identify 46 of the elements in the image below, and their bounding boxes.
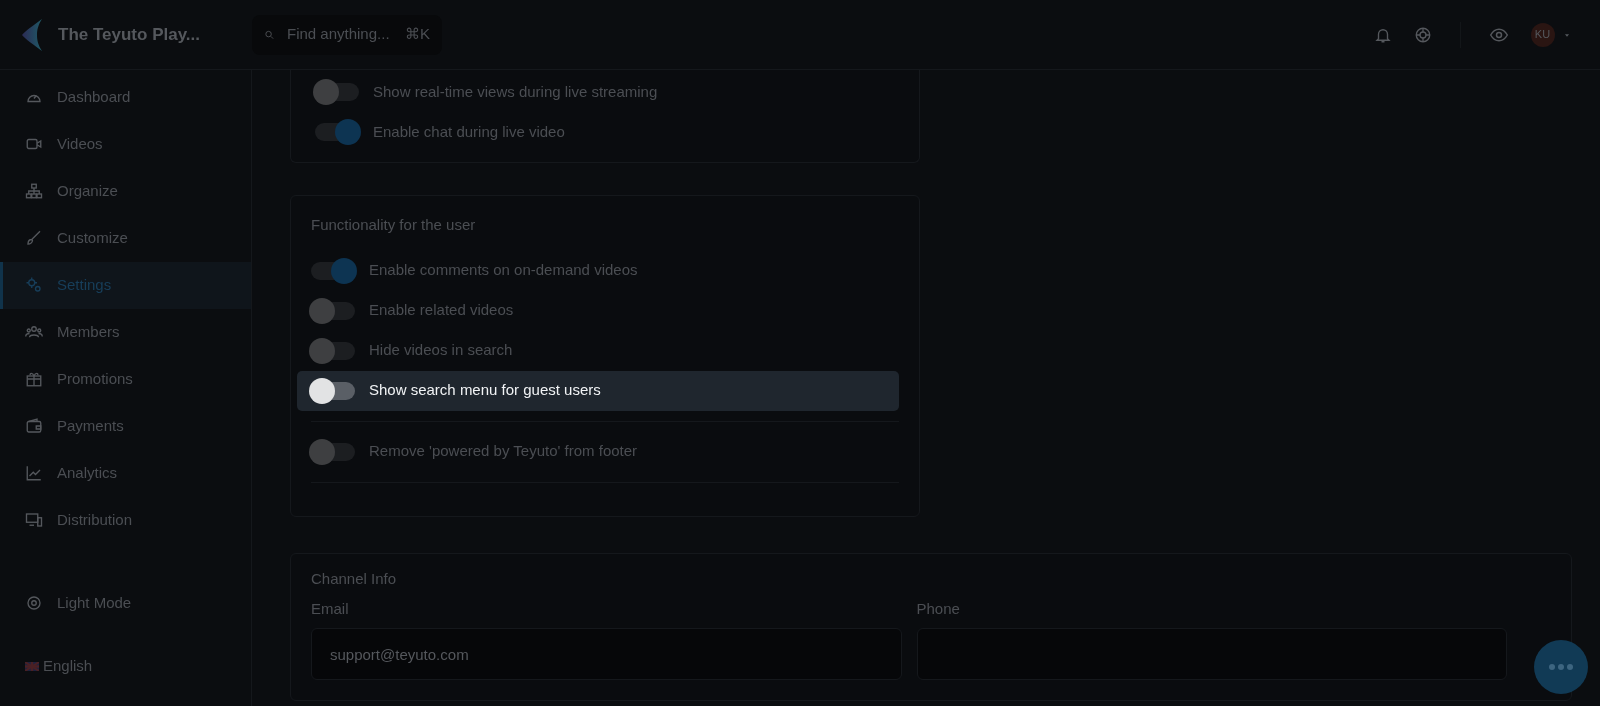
sidebar-item[interactable]: Videos: [0, 120, 251, 168]
devices-icon: [25, 511, 43, 530]
hierarchy-icon: [25, 182, 43, 201]
toggle-label: Hide videos in search: [369, 340, 513, 361]
sidebar-item[interactable]: Members: [0, 308, 251, 356]
toggle-switch[interactable]: [313, 79, 361, 105]
lifebuoy-icon: [1413, 26, 1432, 45]
sidebar-item[interactable]: Analytics: [0, 449, 251, 497]
toggle-switch[interactable]: [309, 438, 357, 465]
toggle-switch[interactable]: [309, 257, 357, 284]
language-selector[interactable]: English: [0, 642, 251, 690]
sidebar-item[interactable]: Organize: [0, 167, 251, 215]
chat-dots-icon: [1549, 664, 1573, 670]
logo-icon: [22, 18, 44, 51]
brand-name: The Teyuto Play...: [58, 23, 200, 46]
sidebar-item[interactable]: Payments: [0, 402, 251, 450]
wallet-icon: [25, 417, 43, 436]
sidebar-item[interactable]: Dashboard: [0, 73, 251, 121]
sidebar-item[interactable]: Promotions: [0, 355, 251, 403]
toggle-label: Show search menu for guest users: [369, 380, 601, 401]
search-field[interactable]: Find anything...: [285, 22, 395, 47]
toggle-switch[interactable]: [309, 297, 357, 324]
sidebar-item[interactable]: Settings: [0, 261, 251, 309]
toggle-switch[interactable]: [309, 377, 357, 404]
search-bar[interactable]: Find anything... ⌘K: [252, 14, 442, 55]
theme-toggle[interactable]: Light Mode: [0, 579, 251, 627]
shortcut-hint: ⌘K: [405, 24, 430, 45]
toggle-label: Show real-time views during live streaming: [373, 81, 658, 102]
toggle-label: Enable comments on on-demand videos: [369, 260, 638, 281]
bell-icon: [1373, 26, 1392, 45]
flag-icon: [25, 661, 39, 671]
toggle-label: Enable chat during live video: [373, 121, 565, 142]
toggle-switch[interactable]: [313, 119, 361, 145]
text-field[interactable]: support@teyuto.com: [311, 628, 902, 680]
field-label: Email: [311, 599, 350, 619]
brush-icon: [25, 229, 43, 248]
toggle-label: Remove 'powered by Teyuto' from footer: [369, 441, 638, 462]
sidebar-item[interactable]: Customize: [0, 214, 251, 262]
toggle-label: Enable related videos: [369, 300, 514, 321]
section-title: Functionality for the user: [310, 215, 477, 235]
gift-icon: [25, 370, 43, 389]
field-label: Phone: [916, 599, 961, 619]
sidebar-item[interactable]: Distribution: [0, 496, 251, 544]
toggle-switch[interactable]: [309, 337, 357, 364]
line-chart-icon: [25, 464, 43, 483]
section-title: Channel Info: [311, 569, 398, 589]
